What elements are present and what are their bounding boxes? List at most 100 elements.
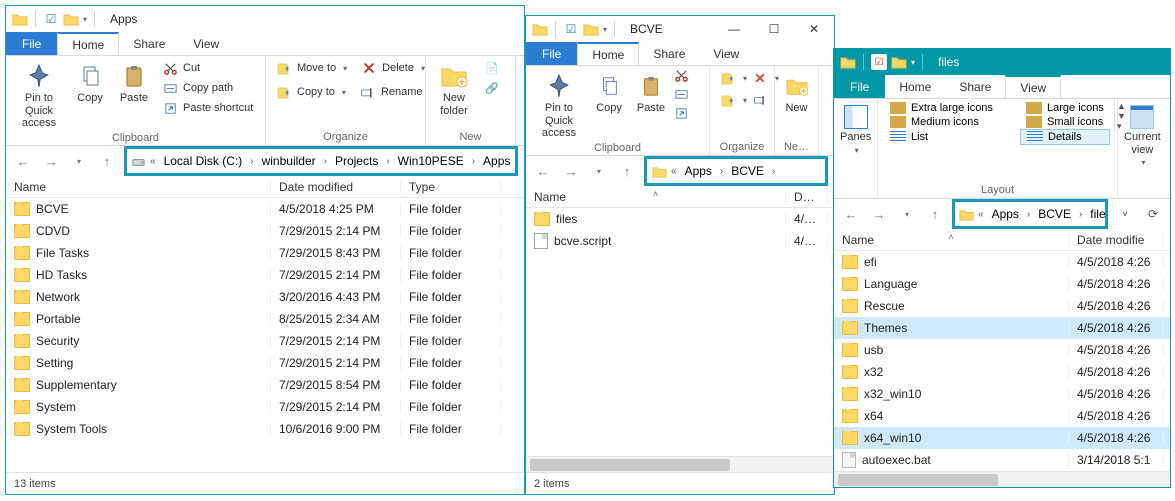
qat-properties-icon[interactable]: ☑ bbox=[43, 11, 59, 27]
title-bar[interactable]: ☑ ▾ Apps bbox=[6, 6, 524, 32]
chevron-right-icon[interactable]: › bbox=[322, 156, 329, 167]
qat-newfolder-icon[interactable] bbox=[63, 11, 79, 27]
view-extra-large-button[interactable]: Extra large icons bbox=[884, 101, 1014, 115]
nav-back-button[interactable]: ← bbox=[532, 160, 554, 182]
col-date[interactable]: Date modified bbox=[271, 180, 401, 194]
table-row[interactable]: System7/29/2015 2:14 PMFile folder bbox=[6, 396, 524, 418]
nav-forward-button[interactable]: → bbox=[560, 160, 582, 182]
nav-back-button[interactable]: ← bbox=[840, 203, 862, 225]
qat-customize-icon[interactable]: ▾ bbox=[911, 58, 915, 67]
nav-forward-button[interactable]: → bbox=[868, 203, 890, 225]
breadcrumb-segment[interactable]: Local Disk (C:) bbox=[160, 154, 247, 168]
table-row[interactable]: x32_win104/5/2018 4:26 bbox=[834, 383, 1170, 405]
qat-newfolder-icon[interactable] bbox=[891, 54, 907, 70]
table-row[interactable]: bcve.script4/5/2 bbox=[526, 230, 834, 252]
copy-path-button[interactable]: Copy path bbox=[158, 78, 257, 98]
shortcut-icon[interactable] bbox=[674, 106, 689, 121]
nav-up-button[interactable]: ↑ bbox=[616, 160, 638, 182]
chevron-right-icon[interactable]: › bbox=[516, 156, 518, 167]
refresh-button[interactable]: ⟳ bbox=[1142, 203, 1164, 225]
breadcrumb-segment[interactable]: BCVE bbox=[1034, 207, 1075, 221]
tab-view[interactable]: View bbox=[699, 42, 753, 65]
table-row[interactable]: x324/5/2018 4:26 bbox=[834, 361, 1170, 383]
chevron-right-icon[interactable]: › bbox=[718, 166, 725, 177]
qat-properties-icon[interactable]: ☑ bbox=[871, 54, 887, 70]
breadcrumb-segment[interactable]: Apps bbox=[681, 164, 716, 178]
paste-button[interactable]: Paste bbox=[114, 58, 154, 105]
minimize-button[interactable]: — bbox=[714, 16, 754, 42]
tab-share[interactable]: Share bbox=[119, 32, 179, 55]
cut-button[interactable]: Cut bbox=[158, 58, 257, 78]
tab-home[interactable]: Home bbox=[577, 42, 639, 65]
table-row[interactable]: Setting7/29/2015 2:14 PMFile folder bbox=[6, 352, 524, 374]
table-row[interactable]: x64_win104/5/2018 4:26 bbox=[834, 427, 1170, 449]
col-name[interactable]: Name˄ bbox=[526, 190, 786, 204]
table-row[interactable]: Security7/29/2015 2:14 PMFile folder bbox=[6, 330, 524, 352]
move-to-button[interactable]: Move to▾ bbox=[272, 58, 351, 78]
view-small-button[interactable]: Small icons bbox=[1020, 115, 1110, 129]
qat-customize-icon[interactable]: ▾ bbox=[83, 15, 87, 24]
breadcrumb-segment[interactable]: Apps bbox=[479, 154, 514, 168]
table-row[interactable]: efi4/5/2018 4:26 bbox=[834, 251, 1170, 273]
rename-button[interactable]: Rename bbox=[356, 82, 427, 102]
qat-newfolder-icon[interactable] bbox=[583, 21, 599, 37]
chevron-right-icon[interactable]: › bbox=[470, 156, 477, 167]
easy-access-button[interactable]: 🔗 bbox=[480, 78, 504, 98]
nav-dropdown[interactable]: ˅ bbox=[1114, 203, 1136, 225]
breadcrumb-overflow-icon[interactable]: « bbox=[976, 209, 986, 220]
list-body[interactable]: files4/5/2bcve.script4/5/2 bbox=[526, 208, 834, 456]
chevron-right-icon[interactable]: › bbox=[770, 166, 777, 177]
tab-view[interactable]: View bbox=[1005, 75, 1061, 98]
new-folder-button[interactable]: New folder bbox=[432, 58, 476, 117]
nav-up-button[interactable]: ↑ bbox=[96, 150, 118, 172]
chevron-right-icon[interactable]: › bbox=[384, 156, 391, 167]
breadcrumb-segment[interactable]: Apps bbox=[988, 207, 1023, 221]
nav-history-button[interactable]: ▾ bbox=[588, 160, 610, 182]
chevron-right-icon[interactable]: › bbox=[1025, 209, 1032, 220]
table-row[interactable]: Portable8/25/2015 2:34 AMFile folder bbox=[6, 308, 524, 330]
table-row[interactable]: files4/5/2 bbox=[526, 208, 834, 230]
delete-button[interactable]: Delete▾ bbox=[357, 58, 429, 78]
table-row[interactable]: File Tasks7/29/2015 8:43 PMFile folder bbox=[6, 242, 524, 264]
copy-to-button[interactable]: ▾ bbox=[716, 90, 772, 110]
move-to-button[interactable]: ▾ ▾ bbox=[716, 68, 783, 88]
breadcrumb[interactable]: «Apps›BCVE› bbox=[644, 156, 828, 186]
table-row[interactable]: Themes4/5/2018 4:26 bbox=[834, 317, 1170, 339]
breadcrumb-segment[interactable]: winbuilder bbox=[258, 154, 320, 168]
nav-back-button[interactable]: ← bbox=[12, 150, 34, 172]
col-date[interactable]: Date bbox=[786, 190, 828, 204]
pin-to-quick-access-button[interactable]: Pin to Quick access bbox=[12, 58, 66, 130]
breadcrumb-segment[interactable]: files bbox=[1086, 207, 1108, 221]
nav-history-button[interactable]: ▾ bbox=[896, 203, 918, 225]
paste-button[interactable]: Paste bbox=[632, 68, 670, 115]
close-button[interactable]: ✕ bbox=[794, 16, 834, 42]
tab-file[interactable]: File bbox=[6, 32, 57, 55]
breadcrumb-segment[interactable]: Projects bbox=[331, 154, 382, 168]
qat-customize-icon[interactable]: ▾ bbox=[603, 25, 607, 34]
chevron-right-icon[interactable]: › bbox=[248, 156, 255, 167]
paste-shortcut-button[interactable]: Paste shortcut bbox=[158, 98, 257, 118]
table-row[interactable]: Rescue4/5/2018 4:26 bbox=[834, 295, 1170, 317]
panes-button[interactable]: Panes ▾ bbox=[840, 101, 871, 155]
horizontal-scrollbar[interactable] bbox=[834, 471, 1170, 487]
view-list-button[interactable]: List bbox=[884, 129, 1014, 145]
table-row[interactable]: Network3/20/2016 4:43 PMFile folder bbox=[6, 286, 524, 308]
col-name[interactable]: Name˄ bbox=[834, 233, 1069, 247]
table-row[interactable]: Supplementary7/29/2015 8:54 PMFile folde… bbox=[6, 374, 524, 396]
title-bar[interactable]: ☑ ▾ files bbox=[834, 49, 1170, 75]
tab-file[interactable]: File bbox=[526, 42, 577, 65]
nav-history-button[interactable]: ▾ bbox=[68, 150, 90, 172]
list-header[interactable]: Name˄ Date bbox=[526, 186, 834, 208]
maximize-button[interactable]: ☐ bbox=[754, 16, 794, 42]
tab-share[interactable]: Share bbox=[639, 42, 699, 65]
table-row[interactable]: autoexec.bat3/14/2018 5:1 bbox=[834, 449, 1170, 471]
table-row[interactable]: Language4/5/2018 4:26 bbox=[834, 273, 1170, 295]
nav-forward-button[interactable]: → bbox=[40, 150, 62, 172]
breadcrumb-segment[interactable]: BCVE bbox=[727, 164, 768, 178]
horizontal-scrollbar[interactable] bbox=[526, 456, 834, 472]
copy-to-button[interactable]: Copy to▾ bbox=[272, 82, 350, 102]
tab-share[interactable]: Share bbox=[945, 75, 1005, 98]
nav-up-button[interactable]: ↑ bbox=[924, 203, 946, 225]
new-item-button[interactable]: 📄 bbox=[480, 58, 504, 78]
tab-home[interactable]: Home bbox=[885, 75, 945, 98]
